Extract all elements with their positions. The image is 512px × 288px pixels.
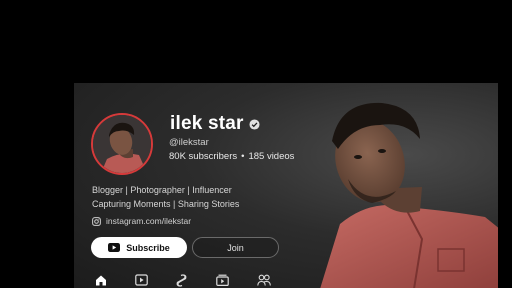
- join-button[interactable]: Join: [192, 237, 279, 258]
- join-label: Join: [227, 242, 244, 253]
- channel-header: ilek star @ilekstar 80K subscribers • 185 …: [74, 83, 498, 288]
- bio-line: Blogger | Photographer | Influencer: [92, 185, 232, 195]
- subscribe-label: Subscribe: [126, 242, 170, 253]
- home-icon[interactable]: [95, 274, 107, 286]
- community-icon[interactable]: [257, 274, 271, 286]
- verified-badge-icon: [249, 118, 260, 130]
- subscribe-button[interactable]: Subscribe: [91, 237, 187, 258]
- channel-handle: @ilekstar: [169, 137, 209, 148]
- channel-name: ilek star: [170, 113, 244, 134]
- channel-hero-image: [320, 102, 498, 288]
- channel-tab-bar: [74, 271, 498, 288]
- stats-separator: •: [241, 151, 245, 162]
- avatar-image: [93, 115, 151, 173]
- bio-line: Capturing Moments | Sharing Stories: [92, 198, 240, 209]
- subscriber-count: 80K subscribers: [169, 151, 238, 162]
- instagram-icon: [92, 216, 101, 226]
- channel-bio: Blogger | Photographer | Influencer Capt…: [92, 184, 239, 211]
- video-count: 185 videos: [248, 151, 295, 162]
- youtube-icon: [108, 243, 121, 252]
- playlists-icon[interactable]: [216, 274, 229, 286]
- channel-name-row: ilek star: [170, 113, 260, 135]
- channel-avatar[interactable]: [91, 113, 153, 175]
- videos-icon[interactable]: [135, 274, 148, 286]
- channel-stats: 80K subscribers • 185 videos: [169, 151, 294, 162]
- channel-link-text[interactable]: instagram.com/ilekstar: [106, 216, 191, 226]
- channel-link[interactable]: instagram.com/ilekstar: [92, 216, 191, 226]
- shorts-icon[interactable]: [176, 274, 187, 287]
